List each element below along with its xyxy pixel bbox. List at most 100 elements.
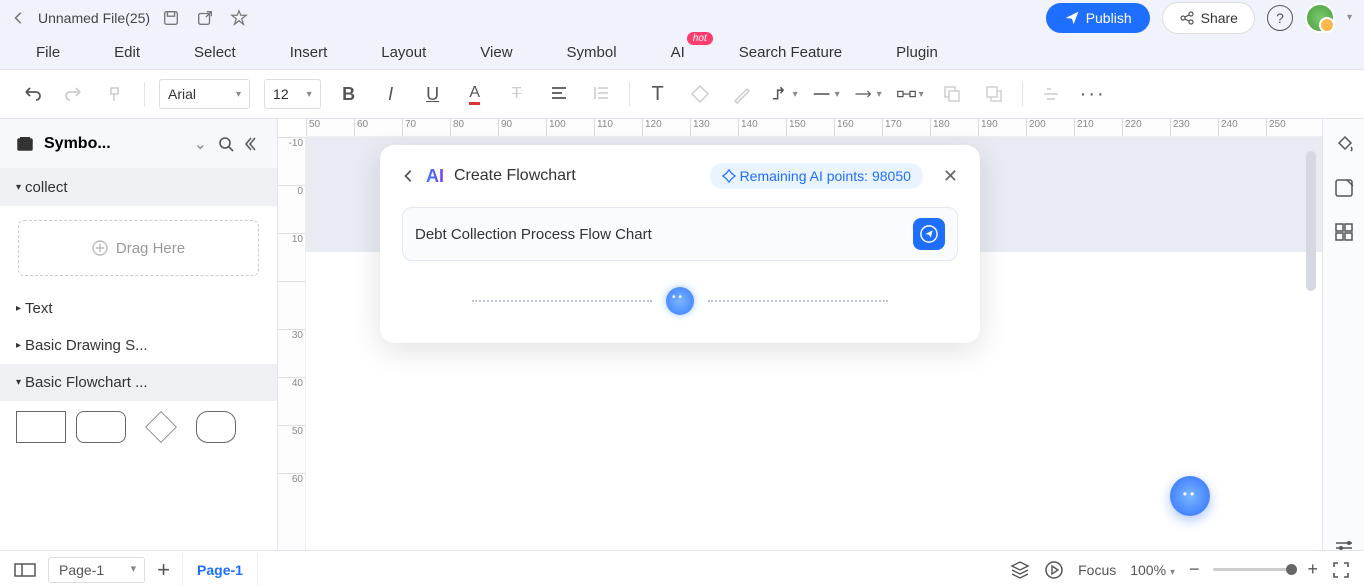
align-icon[interactable] xyxy=(545,80,573,108)
sidebar-section-basic-flowchart[interactable]: ▾ Basic Flowchart ... xyxy=(0,364,277,401)
publish-button[interactable]: Publish xyxy=(1046,3,1150,33)
toolbar: Arial ▾ 12 ▾ B I U A T T ▾ ▾ ▾ ▾ ··· xyxy=(0,69,1364,119)
sidebar-header: Symbo... ⌄ xyxy=(0,119,277,169)
share-button[interactable]: Share xyxy=(1162,2,1255,34)
page-tab-active[interactable]: Page-1 xyxy=(182,554,258,586)
format-painter-icon[interactable] xyxy=(102,80,130,108)
line-style-icon[interactable]: ▾ xyxy=(812,80,840,108)
caret-right-icon: ▸ xyxy=(16,340,21,351)
collect-label: collect xyxy=(25,179,68,196)
file-name[interactable]: Unnamed File(25) xyxy=(38,10,150,26)
menu-select[interactable]: Select xyxy=(194,44,236,61)
menu-symbol[interactable]: Symbol xyxy=(567,44,617,61)
underline-icon[interactable]: U xyxy=(419,80,447,108)
ai-float-button[interactable] xyxy=(1170,476,1210,516)
presentation-icon[interactable] xyxy=(1044,560,1064,580)
layers-icon[interactable] xyxy=(1010,560,1030,580)
ai-input-row xyxy=(402,207,958,261)
bold-icon[interactable]: B xyxy=(335,80,363,108)
ai-points-badge[interactable]: Remaining AI points: 98050 xyxy=(710,163,923,189)
user-avatar[interactable] xyxy=(1305,3,1335,33)
font-size-select[interactable]: 12 ▾ xyxy=(264,79,321,109)
font-color-icon[interactable]: A xyxy=(461,80,489,108)
arrow-style-icon[interactable]: ▾ xyxy=(854,80,882,108)
menu-plugin[interactable]: Plugin xyxy=(896,44,938,61)
bring-front-icon[interactable] xyxy=(938,80,966,108)
ai-bot-avatar-icon xyxy=(666,287,694,315)
font-size: 12 xyxy=(273,86,289,102)
ai-panel-title: Create Flowchart xyxy=(454,167,576,185)
sidebar: Symbo... ⌄ ▾ collect Drag Here ▸ Text ▸ … xyxy=(0,119,278,569)
caret-down-icon: ▾ xyxy=(16,377,21,388)
shape-terminator[interactable] xyxy=(196,411,236,443)
shape-rounded-rect[interactable] xyxy=(76,411,126,443)
sidebar-section-basic-drawing[interactable]: ▸ Basic Drawing S... xyxy=(0,327,277,364)
line-spacing-icon[interactable] xyxy=(587,80,615,108)
menu-view[interactable]: View xyxy=(480,44,512,61)
menu-search-feature[interactable]: Search Feature xyxy=(739,44,842,61)
line-ends-icon[interactable]: ▾ xyxy=(896,80,924,108)
canvas-scrollbar-v[interactable] xyxy=(1306,151,1316,291)
ai-prompt-input[interactable] xyxy=(415,226,903,243)
shape-palette xyxy=(0,401,277,453)
connector-icon[interactable]: ▾ xyxy=(770,80,798,108)
ai-back-icon[interactable] xyxy=(402,169,416,183)
back-icon[interactable] xyxy=(12,11,26,25)
add-page-button[interactable]: + xyxy=(157,557,170,583)
shape-diamond[interactable] xyxy=(145,411,177,443)
drag-here-area[interactable]: Drag Here xyxy=(18,220,259,276)
bottom-bar-right: Focus 100% ▾ − + xyxy=(1010,559,1350,580)
star-icon[interactable] xyxy=(230,9,248,27)
avatar-dropdown-caret[interactable]: ▾ xyxy=(1347,12,1352,23)
insert-tool-icon[interactable] xyxy=(1333,177,1355,199)
strikethrough-icon[interactable]: T xyxy=(503,80,531,108)
fullscreen-icon[interactable] xyxy=(1332,561,1350,579)
collapse-sidebar-icon[interactable] xyxy=(245,136,261,152)
share-label: Share xyxy=(1201,10,1238,26)
sidebar-section-collect[interactable]: ▾ collect xyxy=(0,169,277,206)
grid-tool-icon[interactable] xyxy=(1333,221,1355,243)
save-icon[interactable] xyxy=(162,9,180,27)
ai-send-button[interactable] xyxy=(913,218,945,250)
page-tab-label: Page-1 xyxy=(197,562,243,578)
menu-layout[interactable]: Layout xyxy=(381,44,426,61)
menu-bar: File Edit Select Insert Layout View Symb… xyxy=(0,35,1364,69)
zoom-out-button[interactable]: − xyxy=(1189,559,1200,580)
menu-file[interactable]: File xyxy=(36,44,60,61)
page-select[interactable]: Page-1 xyxy=(48,557,145,583)
undo-icon[interactable] xyxy=(18,80,46,108)
ruler-horizontal: 5060708090100110120130140150160170180190… xyxy=(306,119,1322,137)
align-objects-icon[interactable] xyxy=(1037,80,1065,108)
ai-logo-icon: AI xyxy=(426,166,444,187)
close-icon[interactable]: ✕ xyxy=(943,166,958,187)
send-back-icon[interactable] xyxy=(980,80,1008,108)
export-icon[interactable] xyxy=(196,9,214,27)
italic-icon[interactable]: I xyxy=(377,80,405,108)
more-icon[interactable]: ··· xyxy=(1079,80,1107,108)
chevron-down-icon: ▾ xyxy=(236,89,241,100)
pages-icon[interactable] xyxy=(14,562,36,578)
ai-points-value: 98050 xyxy=(872,168,911,184)
menu-edit[interactable]: Edit xyxy=(114,44,140,61)
fill-tool-icon[interactable] xyxy=(1333,133,1355,155)
search-icon[interactable] xyxy=(217,135,235,153)
help-icon[interactable]: ? xyxy=(1267,5,1293,31)
zoom-slider[interactable] xyxy=(1213,568,1293,571)
zoom-value[interactable]: 100% ▾ xyxy=(1130,562,1175,578)
titlebar-right: Publish Share ? ▾ xyxy=(1046,2,1352,34)
chevron-down-double-icon[interactable]: ⌄ xyxy=(194,134,207,154)
redo-icon[interactable] xyxy=(60,80,88,108)
focus-label[interactable]: Focus xyxy=(1078,562,1116,578)
sidebar-section-text[interactable]: ▸ Text xyxy=(0,290,277,327)
text-tool-icon[interactable]: T xyxy=(644,80,672,108)
hot-badge: hot xyxy=(687,32,713,45)
shape-rectangle[interactable] xyxy=(16,411,66,443)
pen-tool-icon[interactable] xyxy=(728,80,756,108)
menu-insert[interactable]: Insert xyxy=(290,44,328,61)
shape-tool-icon[interactable] xyxy=(686,80,714,108)
basic-flowchart-label: Basic Flowchart ... xyxy=(25,374,148,391)
menu-ai[interactable]: AI hot xyxy=(671,44,685,61)
font-select[interactable]: Arial ▾ xyxy=(159,79,250,109)
zoom-in-button[interactable]: + xyxy=(1307,559,1318,580)
caret-down-icon: ▾ xyxy=(16,182,21,193)
